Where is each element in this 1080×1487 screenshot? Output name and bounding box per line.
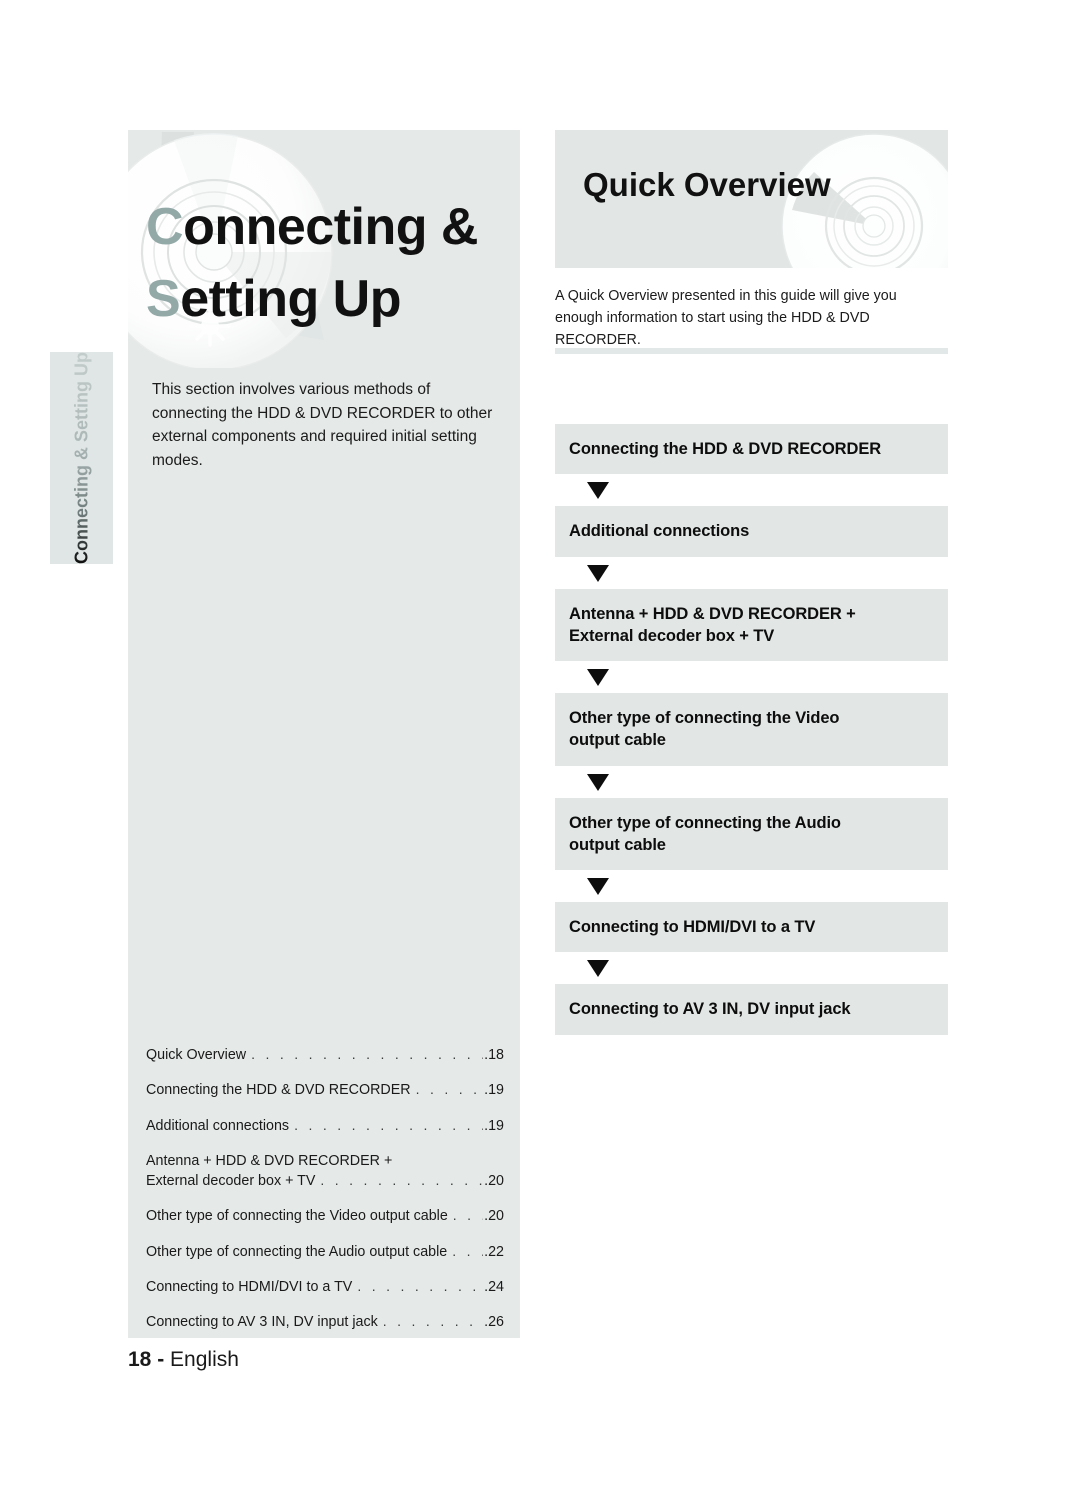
- flow-step-box[interactable]: Additional connections: [555, 506, 948, 557]
- flow-step-label: Other type of connecting the Video output…: [569, 709, 840, 750]
- section-divider: [555, 348, 948, 354]
- toc-entry-page-number: .20: [484, 1173, 504, 1190]
- flow-step-box[interactable]: Connecting to HDMI/DVI to a TV: [555, 902, 948, 953]
- side-index-tab-label: Connecting & Setting Up: [71, 352, 91, 564]
- quick-overview-header: Quick Overview: [555, 130, 948, 268]
- toc-entry-label: Additional connections: [146, 1117, 290, 1134]
- flow-step-label: Other type of connecting the Audio output…: [569, 813, 841, 854]
- left-column-panel: Connecting & Setting Up This section inv…: [128, 130, 520, 1338]
- toc-entry-label: Quick Overview: [146, 1047, 247, 1063]
- toc-entry[interactable]: Connecting to HDMI/DVI to a TV. . . . . …: [146, 1277, 504, 1297]
- toc-entry-page-number: .26: [484, 1314, 504, 1331]
- toc-dot-leader: . . . . . . . . . . . . . . . . . . . . …: [452, 1242, 483, 1259]
- right-column: Quick Overview A Quick Overview presente…: [555, 130, 948, 1035]
- flow-step-box[interactable]: Other type of connecting the Video output…: [555, 693, 948, 766]
- section-title-rest-1: onnecting &: [183, 198, 478, 256]
- toc-entry-page-number: .19: [484, 1082, 504, 1099]
- flow-step-box[interactable]: Connecting to AV 3 IN, DV input jack: [555, 984, 948, 1035]
- toc-entry-page-number: .24: [484, 1279, 504, 1296]
- section-title-rest-2: etting Up: [180, 269, 401, 328]
- toc-dot-leader: . . . . . . . . . . . . . . . . . . . . …: [294, 1116, 483, 1133]
- section-title-accent-c: C: [146, 198, 184, 256]
- flow-step-box[interactable]: Other type of connecting the Audio output…: [555, 797, 948, 871]
- toc-dot-leader: . . . . . . . . . . . . . . . . . . . . …: [320, 1172, 483, 1189]
- toc-entry[interactable]: Other type of connecting the Video outpu…: [146, 1206, 504, 1226]
- footer-page-number: 18: [128, 1348, 152, 1371]
- flow-step-label: Connecting to AV 3 IN, DV input jack: [569, 1000, 851, 1019]
- section-title-line-1: Connecting &: [146, 192, 526, 264]
- flow-arrow-down-icon: [555, 661, 948, 693]
- toc-entry-label: Connecting to HDMI/DVI to a TV: [146, 1279, 353, 1296]
- flow-arrow-down-icon: [555, 952, 948, 984]
- toc-entry[interactable]: Quick Overview. . . . . . . . . . . . . …: [146, 1045, 504, 1065]
- flow-step-label: Additional connections: [569, 522, 750, 541]
- toc-entry-label: Connecting to AV 3 IN, DV input jack: [146, 1314, 378, 1331]
- flow-step-box[interactable]: Connecting the HDD & DVD RECORDER: [555, 424, 948, 475]
- toc-entry-page-number: .20: [484, 1208, 504, 1225]
- quick-overview-title: Quick Overview: [583, 166, 831, 203]
- toc-entry-label: Other type of connecting the Video outpu…: [146, 1208, 448, 1225]
- section-title: Connecting & Setting Up: [146, 192, 526, 336]
- page-footer: 18 - English: [128, 1348, 239, 1372]
- toc-dot-leader: . . . . . . . . . . . . . . . . . . . . …: [357, 1278, 483, 1295]
- flow-step-box[interactable]: Antenna + HDD & DVD RECORDER + External d…: [555, 588, 948, 662]
- toc-entry[interactable]: Antenna + HDD & DVD RECORDER + External d…: [146, 1151, 504, 1192]
- toc-entry-page-number: .22: [484, 1243, 504, 1260]
- toc-entry[interactable]: Connecting to AV 3 IN, DV input jack. . …: [146, 1312, 504, 1332]
- toc-entry-page-number: .19: [484, 1117, 504, 1134]
- toc-entry[interactable]: Connecting the HDD & DVD RECORDER. . . .…: [146, 1080, 504, 1100]
- toc-entry-label: Other type of connecting the Audio outpu…: [146, 1243, 448, 1260]
- flow-arrow-down-icon: [555, 870, 948, 902]
- footer-separator: -: [157, 1348, 165, 1371]
- table-of-contents: Quick Overview. . . . . . . . . . . . . …: [146, 1045, 504, 1333]
- toc-entry[interactable]: Other type of connecting the Audio outpu…: [146, 1242, 504, 1262]
- footer-language: English: [170, 1348, 239, 1371]
- toc-dot-leader: . . . . . . . . . . . . . . . . . . . . …: [382, 1313, 483, 1330]
- quick-overview-paragraph: A Quick Overview presented in this guide…: [555, 288, 897, 349]
- toc-dot-leader: . . . . . . . . . . . . . . . . . . . . …: [452, 1207, 483, 1224]
- toc-dot-leader: . . . . . . . . . . . . . . . . . . . . …: [251, 1046, 483, 1062]
- toc-entry-label: Connecting the HDD & DVD RECORDER: [146, 1082, 411, 1099]
- toc-entry[interactable]: Additional connections. . . . . . . . . …: [146, 1116, 504, 1136]
- toc-dot-leader: . . . . . . . . . . . . . . . . . . . . …: [415, 1081, 484, 1098]
- toc-entry-page-number: .18: [484, 1047, 504, 1063]
- flow-arrow-down-icon: [555, 474, 948, 506]
- toc-entry-label: External decoder box + TV: [146, 1173, 316, 1190]
- section-title-accent-s: S: [146, 269, 181, 328]
- flow-step-label: Connecting to HDMI/DVI to a TV: [569, 918, 816, 937]
- toc-entry-wrap-line: Antenna + HDD & DVD RECORDER +: [146, 1152, 393, 1169]
- flow-step-label: Antenna + HDD & DVD RECORDER + External d…: [569, 604, 856, 645]
- flow-arrow-down-icon: [555, 766, 948, 798]
- section-title-line-2: Setting Up: [146, 264, 526, 336]
- side-index-tab: Connecting & Setting Up: [50, 352, 113, 564]
- flow-step-label: Connecting the HDD & DVD RECORDER: [569, 440, 882, 458]
- flow-arrow-down-icon: [555, 557, 948, 589]
- manual-page: Connecting & Setting Up This section inv…: [0, 0, 1080, 1487]
- connection-flow-chart: Connecting the HDD & DVD RECORDER Additio…: [555, 424, 948, 1035]
- section-intro-paragraph: This section involves various methods of…: [152, 381, 493, 470]
